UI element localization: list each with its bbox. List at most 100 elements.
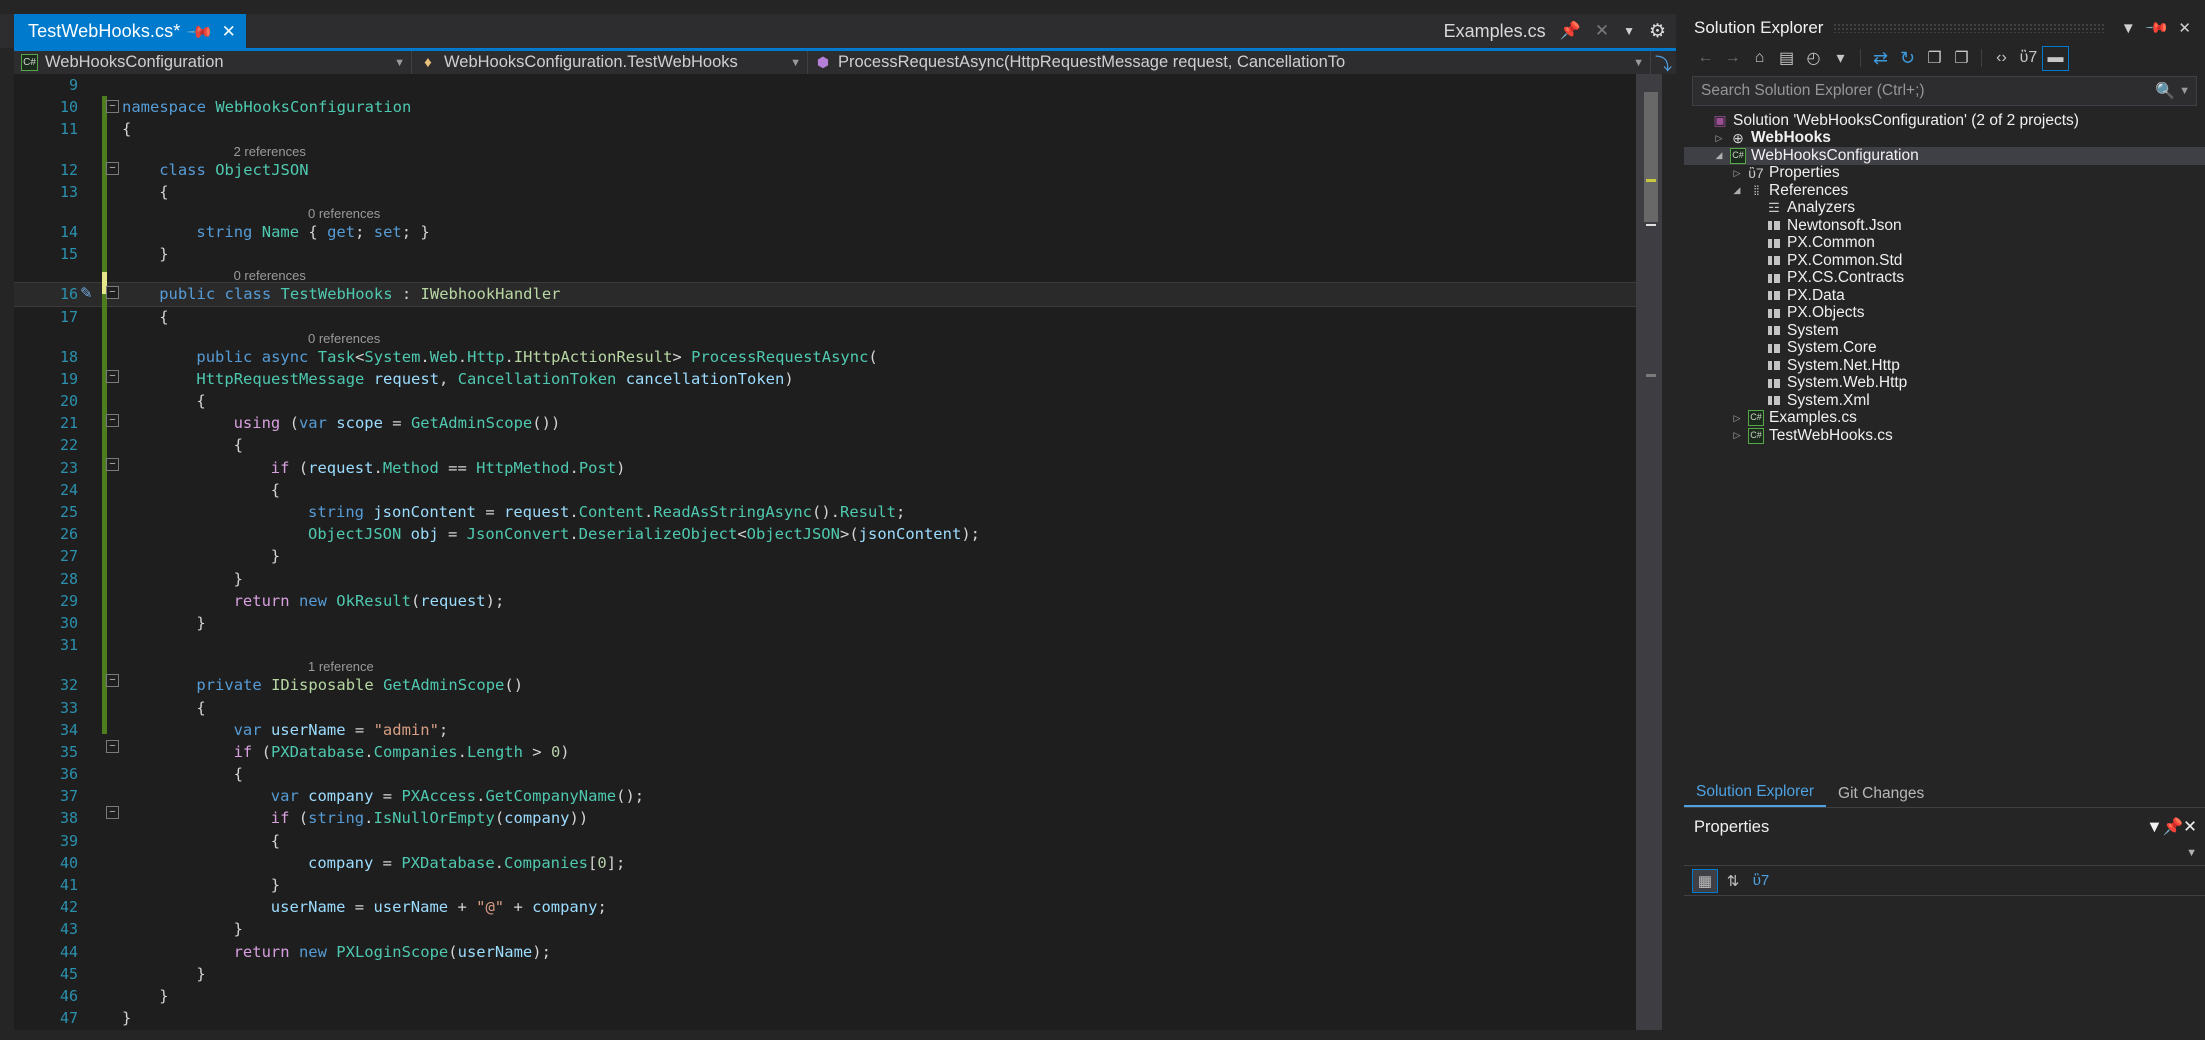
code-line[interactable]: 34var userName = "admin"; (14, 719, 1636, 741)
tree-item-system[interactable]: System (1684, 322, 2205, 340)
code-line[interactable]: 31 (14, 634, 1636, 656)
navbar-project-dropdown[interactable]: C# WebHooksConfiguration ▼ (14, 51, 412, 74)
code-line[interactable]: 42userName = userName + "@" + company; (14, 896, 1636, 918)
chevron-down-icon[interactable]: ▼ (2115, 20, 2142, 37)
gear-icon[interactable]: ⚙ (1649, 20, 1666, 43)
close-icon[interactable]: ✕ (2172, 19, 2197, 37)
tree-item-testwebhooks-cs[interactable]: ▷C#TestWebHooks.cs (1684, 427, 2205, 445)
search-icon[interactable]: 🔍 (2151, 81, 2179, 101)
tree-item-system-net-http[interactable]: System.Net.Http (1684, 357, 2205, 375)
code-line[interactable]: 12class ObjectJSON (14, 159, 1636, 181)
fold-toggle-icon[interactable]: − (106, 286, 119, 299)
close-icon[interactable]: ✕ (2183, 817, 2197, 837)
solution-explorer-search[interactable]: 🔍 ▼ (1692, 76, 2197, 106)
chevron-down-icon[interactable]: ▼ (1623, 57, 1644, 69)
properties-wrench-icon[interactable]: ὒ7 (2015, 46, 2042, 71)
categorized-icon[interactable]: ▦ (1692, 869, 1718, 893)
preview-selected-items-icon[interactable]: ▬ (2042, 46, 2069, 71)
code-line[interactable]: 45} (14, 963, 1636, 985)
code-line[interactable]: 20{ (14, 390, 1636, 412)
code-editor-surface[interactable]: 910namespace WebHooksConfiguration11{2 r… (14, 74, 1662, 1030)
tree-item-analyzers[interactable]: ☲Analyzers (1684, 200, 2205, 218)
code-line[interactable]: 43} (14, 918, 1636, 940)
code-line[interactable]: 14string Name { get; set; } (14, 221, 1636, 243)
editor-vertical-scrollbar[interactable] (1636, 74, 1662, 1030)
bottom-tab-git-changes[interactable]: Git Changes (1826, 782, 1936, 807)
tree-item-system-web-http[interactable]: System.Web.Http (1684, 375, 2205, 393)
code-line[interactable]: 46} (14, 985, 1636, 1007)
code-line[interactable]: 25string jsonContent = request.Content.R… (14, 501, 1636, 523)
tree-item-solution-webhooksconfiguration-2-of-2-projects[interactable]: ▣Solution 'WebHooksConfiguration' (2 of … (1684, 112, 2205, 130)
search-input[interactable] (1701, 82, 2151, 100)
split-view-icon[interactable]: ⤵ (1650, 51, 1676, 74)
tree-item-newtonsoft-json[interactable]: Newtonsoft.Json (1684, 217, 2205, 235)
chevron-collapsed-icon[interactable]: ▷ (1710, 133, 1728, 144)
fold-toggle-icon[interactable]: − (106, 740, 119, 753)
tree-item-webhooksconfiguration[interactable]: ◢C#WebHooksConfiguration (1684, 147, 2205, 165)
show-all-files-icon[interactable]: ‹› (1988, 46, 2015, 71)
navbar-member-dropdown[interactable]: ⬢ ProcessRequestAsync(HttpRequestMessage… (808, 51, 1650, 74)
close-icon[interactable]: ✕ (1595, 21, 1609, 41)
tree-item-examples-cs[interactable]: ▷C#Examples.cs (1684, 410, 2205, 428)
close-icon[interactable]: ✕ (222, 23, 236, 40)
code-line[interactable]: 32private IDisposable GetAdminScope() (14, 674, 1636, 696)
code-line[interactable]: 15} (14, 243, 1636, 265)
home-icon[interactable]: ⌂ (1746, 46, 1773, 71)
refresh-icon[interactable]: ⇄ (1867, 46, 1894, 71)
code-line[interactable]: 39{ (14, 830, 1636, 852)
code-line[interactable]: 37var company = PXAccess.GetCompanyName(… (14, 785, 1636, 807)
code-line[interactable]: 16public class TestWebHooks : IWebhookHa… (14, 283, 1636, 305)
code-line[interactable]: 38if (string.IsNullOrEmpty(company)) (14, 807, 1636, 829)
code-line[interactable]: 26ObjectJSON obj = JsonConvert.Deseriali… (14, 523, 1636, 545)
code-line[interactable]: 18public async Task<System.Web.Http.IHtt… (14, 346, 1636, 368)
code-line[interactable]: 35if (PXDatabase.Companies.Length > 0) (14, 741, 1636, 763)
code-line[interactable]: 23if (request.Method == HttpMethod.Post) (14, 457, 1636, 479)
tree-item-system-core[interactable]: System.Core (1684, 340, 2205, 358)
chevron-down-icon[interactable]: ▼ (780, 57, 801, 69)
pin-icon[interactable]: 📌 (2140, 11, 2174, 45)
chevron-down-icon[interactable]: ▼ (2179, 85, 2190, 97)
code-line[interactable]: 29return new OkResult(request); (14, 590, 1636, 612)
copy-icon[interactable]: ❐ (1948, 46, 1975, 71)
chevron-down-icon[interactable]: ▼ (1623, 24, 1635, 38)
chevron-collapsed-icon[interactable]: ▷ (1728, 430, 1746, 441)
code-line[interactable]: 27} (14, 545, 1636, 567)
tree-item-px-common-std[interactable]: PX.Common.Std (1684, 252, 2205, 270)
code-line[interactable]: 30} (14, 612, 1636, 634)
tree-item-webhooks[interactable]: ▷⊕WebHooks (1684, 130, 2205, 148)
fold-toggle-icon[interactable]: − (106, 458, 119, 471)
properties-grid[interactable] (1684, 896, 2205, 1036)
code-line[interactable]: 13{ (14, 181, 1636, 203)
code-line[interactable]: 19HttpRequestMessage request, Cancellati… (14, 368, 1636, 390)
code-line[interactable]: 10namespace WebHooksConfiguration (14, 96, 1636, 118)
chevron-expanded-icon[interactable]: ◢ (1710, 150, 1728, 161)
pin-icon[interactable]: 📌 (187, 18, 214, 45)
code-line[interactable]: 47} (14, 1007, 1636, 1029)
code-line[interactable]: 24{ (14, 479, 1636, 501)
drag-handle[interactable] (1833, 23, 2104, 33)
tree-item-px-common[interactable]: PX.Common (1684, 235, 2205, 253)
code-line[interactable]: 9 (14, 74, 1636, 96)
pending-changes-filter-icon[interactable]: ◴ (1800, 46, 1827, 71)
property-pages-icon[interactable]: ὒ7 (1748, 869, 1774, 893)
tree-item-px-cs-contracts[interactable]: PX.CS.Contracts (1684, 270, 2205, 288)
fold-toggle-icon[interactable]: − (106, 414, 119, 427)
fold-toggle-icon[interactable]: − (106, 674, 119, 687)
code-line[interactable]: 11{ (14, 118, 1636, 140)
code-line[interactable]: 21using (var scope = GetAdminScope()) (14, 412, 1636, 434)
fold-toggle-icon[interactable]: − (106, 370, 119, 383)
sync-with-active-document-icon[interactable]: ▤ (1773, 46, 1800, 71)
tree-item-px-objects[interactable]: PX.Objects (1684, 305, 2205, 323)
collapse-all-icon[interactable]: ❐ (1921, 46, 1948, 71)
code-line[interactable]: 36{ (14, 763, 1636, 785)
code-line[interactable]: 22{ (14, 434, 1636, 456)
navbar-class-dropdown[interactable]: ♦ WebHooksConfiguration.TestWebHooks ▼ (412, 51, 808, 74)
properties-object-selector[interactable]: ▼ (1684, 840, 2205, 866)
scrollbar-thumb[interactable] (1644, 92, 1658, 222)
fold-toggle-icon[interactable]: − (106, 806, 119, 819)
fold-toggle-icon[interactable]: − (106, 100, 119, 113)
pencil-edit-icon[interactable]: ✎ (80, 284, 93, 302)
tree-item-px-data[interactable]: PX.Data (1684, 287, 2205, 305)
filter-caret-icon[interactable]: ▾ (1827, 46, 1854, 71)
pin-icon[interactable]: 📌 (2163, 818, 2184, 837)
